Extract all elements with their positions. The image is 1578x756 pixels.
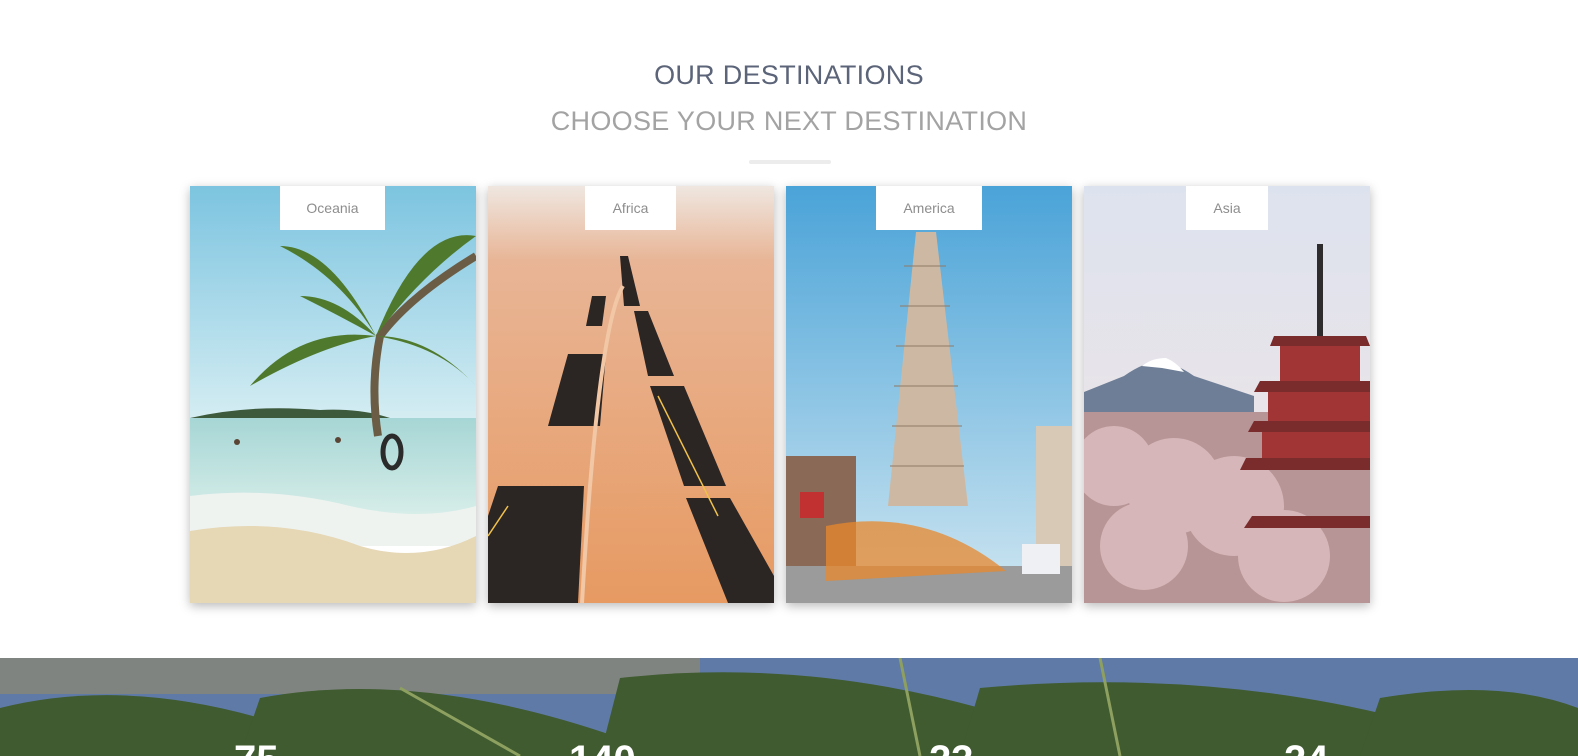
pagoda-mount-fuji-image	[1084, 186, 1370, 603]
section-title: OUR DESTINATIONS	[654, 60, 924, 90]
destination-tag-asia: Asia	[1186, 186, 1268, 230]
tropical-beach-palm-tree-image	[190, 186, 476, 603]
title-divider	[749, 160, 831, 164]
stat-value: 75	[234, 738, 279, 756]
section-subtitle: CHOOSE YOUR NEXT DESTINATION	[550, 106, 1028, 136]
destination-tag-america: America	[876, 186, 982, 230]
desert-road-image	[488, 186, 774, 603]
stat-value: 140	[569, 738, 636, 756]
destination-tag-oceania: Oceania	[280, 186, 385, 230]
destination-card-america[interactable]: America	[786, 186, 1072, 603]
stat-value: 24	[1284, 738, 1329, 756]
stats-banner: 75 140 23 24	[0, 658, 1578, 756]
destination-card-asia[interactable]: Asia	[1084, 186, 1370, 603]
destinations-section: OUR DESTINATIONS CHOOSE YOUR NEXT DESTIN…	[0, 0, 1578, 658]
destination-tag-africa: Africa	[585, 186, 676, 230]
stat-value: 23	[929, 738, 974, 756]
destination-card-oceania[interactable]: Oceania	[190, 186, 476, 603]
flatiron-building-city-image	[786, 186, 1072, 603]
destination-card-africa[interactable]: Africa	[488, 186, 774, 603]
